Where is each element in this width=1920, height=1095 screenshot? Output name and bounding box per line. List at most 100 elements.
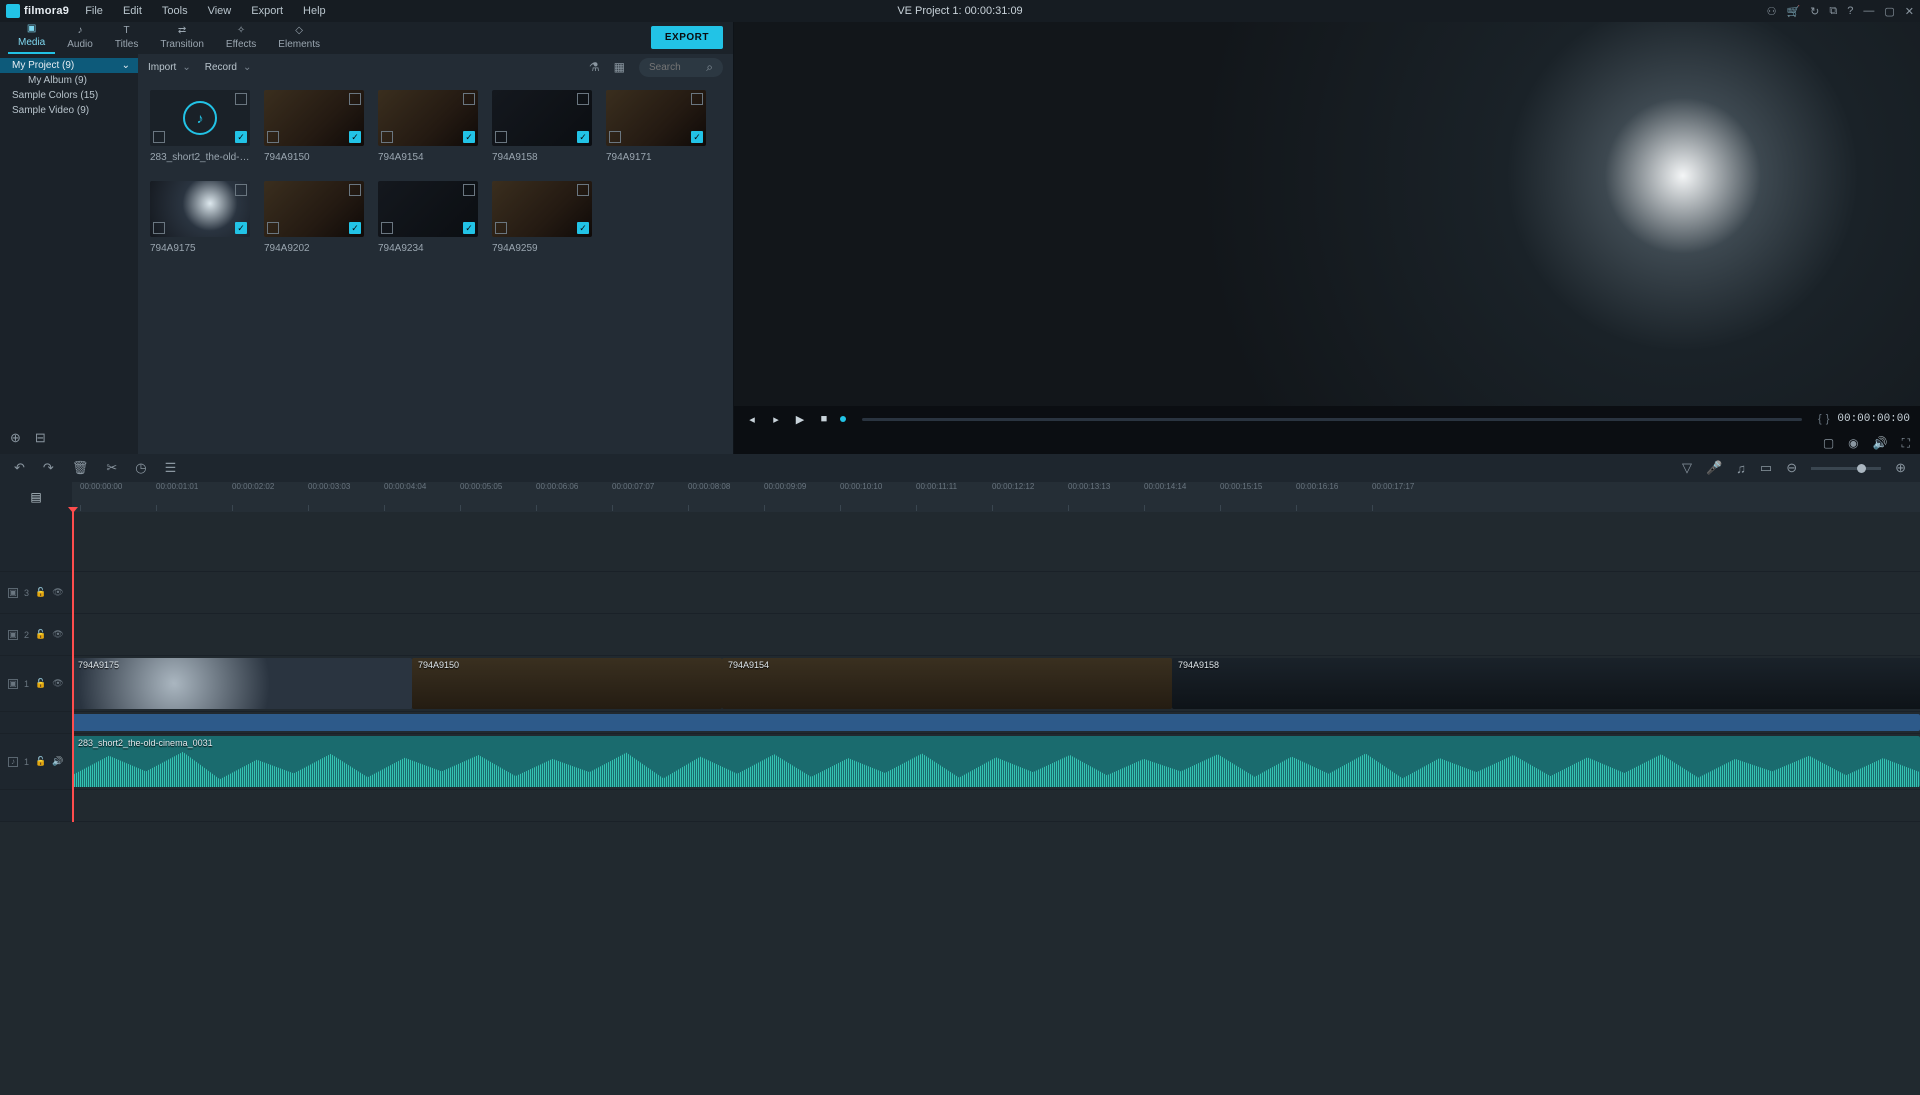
maximize-icon[interactable]: ▢ xyxy=(1884,5,1894,18)
mark-in-icon[interactable]: { xyxy=(1818,413,1822,425)
media-thumb[interactable]: ♪283_short2_the-old-cine... xyxy=(150,90,250,163)
video-clip[interactable]: 794A9158 xyxy=(1172,658,1920,709)
import-dropdown[interactable]: Import xyxy=(148,62,191,73)
play-backward-icon[interactable]: ▸ xyxy=(768,413,784,426)
eye-icon[interactable]: 👁 xyxy=(52,587,63,598)
sidebar-item-sample-colors[interactable]: Sample Colors (15) xyxy=(0,88,138,103)
adjust-icon[interactable]: ☰ xyxy=(165,460,177,476)
minimize-icon[interactable]: — xyxy=(1863,5,1874,17)
new-folder-icon[interactable]: ⊕ xyxy=(10,430,21,446)
zoom-in-icon[interactable]: ⊕ xyxy=(1895,460,1906,476)
undo-icon[interactable]: ↶ xyxy=(14,460,25,476)
share-icon[interactable]: ⧉ xyxy=(1829,5,1837,18)
eye-icon[interactable]: 👁 xyxy=(52,629,63,640)
add-to-timeline-icon[interactable] xyxy=(495,131,507,143)
mixer-icon[interactable]: ♫ xyxy=(1736,461,1746,476)
fullscreen-icon[interactable]: ⛶ xyxy=(1902,436,1910,451)
preview-canvas[interactable] xyxy=(734,22,1920,406)
menu-export[interactable]: Export xyxy=(247,3,287,19)
marker-dot-icon[interactable] xyxy=(840,416,846,422)
snapshot-icon[interactable]: ◉ xyxy=(1848,436,1858,450)
media-thumb[interactable]: 794A9171 xyxy=(606,90,706,163)
media-thumb[interactable]: 794A9175 xyxy=(150,181,250,254)
voiceover-icon[interactable]: 🎤 xyxy=(1706,460,1722,476)
account-icon[interactable]: ⚇ xyxy=(1767,5,1777,18)
lock-icon[interactable]: 🔓 xyxy=(35,678,46,689)
video-clip[interactable]: 794A9175 xyxy=(72,658,412,709)
grid-icon[interactable]: ▦ xyxy=(614,60,625,74)
thumb-image[interactable] xyxy=(606,90,706,146)
record-dropdown[interactable]: Record xyxy=(205,62,252,73)
add-to-timeline-icon[interactable] xyxy=(495,222,507,234)
menu-help[interactable]: Help xyxy=(299,3,330,19)
media-thumb[interactable]: 794A9158 xyxy=(492,90,592,163)
display-icon[interactable]: ▢ xyxy=(1823,436,1834,450)
prev-frame-icon[interactable]: ◂ xyxy=(744,413,760,426)
zoom-out-icon[interactable]: ⊖ xyxy=(1786,460,1797,476)
eye-icon[interactable]: 👁 xyxy=(52,678,63,689)
track-manager-icon[interactable]: ▤ xyxy=(0,482,72,512)
add-to-timeline-icon[interactable] xyxy=(267,131,279,143)
add-to-timeline-icon[interactable] xyxy=(153,222,165,234)
refresh-icon[interactable]: ↻ xyxy=(1810,5,1819,18)
lock-icon[interactable]: 🔓 xyxy=(35,587,46,598)
media-thumb[interactable]: 794A9150 xyxy=(264,90,364,163)
marker-icon[interactable]: ▽ xyxy=(1682,460,1692,476)
add-to-timeline-icon[interactable] xyxy=(381,222,393,234)
mark-out-icon[interactable]: } xyxy=(1826,413,1830,425)
export-button[interactable]: EXPORT xyxy=(651,26,723,49)
redo-icon[interactable]: ↷ xyxy=(43,460,54,476)
volume-icon[interactable]: 🔊 xyxy=(52,756,63,767)
add-to-timeline-icon[interactable] xyxy=(381,131,393,143)
menu-edit[interactable]: Edit xyxy=(119,3,146,19)
speed-icon[interactable]: ◷ xyxy=(135,460,146,476)
video-clip[interactable]: 794A9150 xyxy=(412,658,722,709)
add-to-timeline-icon[interactable] xyxy=(267,222,279,234)
add-to-timeline-icon[interactable] xyxy=(609,131,621,143)
close-icon[interactable]: ✕ xyxy=(1905,5,1914,18)
search-field[interactable]: ⌕ xyxy=(639,58,723,77)
link-clip[interactable] xyxy=(72,714,1920,731)
media-thumb[interactable]: 794A9259 xyxy=(492,181,592,254)
lock-icon[interactable]: 🔓 xyxy=(35,629,46,640)
search-icon[interactable]: ⌕ xyxy=(706,60,713,75)
tab-titles[interactable]: T Titles xyxy=(105,21,149,54)
video-clip[interactable]: 794A9154 xyxy=(722,658,1172,709)
timeline-ruler[interactable]: 00:00:00:0000:00:01:0100:00:02:0200:00:0… xyxy=(72,482,1920,512)
tab-transition[interactable]: ⇄ Transition xyxy=(150,21,214,54)
help-icon[interactable]: ? xyxy=(1847,5,1853,17)
cut-icon[interactable]: ✂ xyxy=(106,460,117,476)
menu-view[interactable]: View xyxy=(204,3,236,19)
thumb-image[interactable] xyxy=(150,181,250,237)
thumb-image[interactable] xyxy=(264,90,364,146)
zoom-slider[interactable] xyxy=(1811,467,1881,470)
delete-folder-icon[interactable]: ⊟ xyxy=(35,430,46,446)
ratio-icon[interactable]: ▭ xyxy=(1760,460,1772,476)
lock-icon[interactable]: 🔓 xyxy=(35,756,46,767)
cart-icon[interactable]: 🛒 xyxy=(1786,5,1800,18)
volume-icon[interactable]: 🔊 xyxy=(1873,436,1888,450)
thumb-image[interactable] xyxy=(378,181,478,237)
play-icon[interactable]: ▶ xyxy=(792,413,808,426)
thumb-image[interactable] xyxy=(264,181,364,237)
sidebar-item-my-album[interactable]: My Album (9) xyxy=(0,73,138,88)
delete-icon[interactable]: 🗑 xyxy=(72,460,89,476)
media-thumb[interactable]: 794A9154 xyxy=(378,90,478,163)
menu-file[interactable]: File xyxy=(81,3,107,19)
sidebar-item-my-project[interactable]: My Project (9) ⌄ xyxy=(0,58,138,73)
search-input[interactable] xyxy=(649,62,702,73)
thumb-image[interactable]: ♪ xyxy=(150,90,250,146)
media-thumb[interactable]: 794A9234 xyxy=(378,181,478,254)
audio-clip[interactable]: 283_short2_the-old-cinema_0031 xyxy=(72,736,1920,787)
thumb-image[interactable] xyxy=(492,181,592,237)
tab-elements[interactable]: ◇ Elements xyxy=(268,21,330,54)
add-to-timeline-icon[interactable] xyxy=(153,131,165,143)
playhead[interactable] xyxy=(72,512,74,822)
menu-tools[interactable]: Tools xyxy=(158,3,192,19)
sidebar-item-sample-video[interactable]: Sample Video (9) xyxy=(0,103,138,118)
tab-effects[interactable]: ✧ Effects xyxy=(216,21,266,54)
stop-icon[interactable]: ■ xyxy=(816,413,832,425)
thumb-image[interactable] xyxy=(378,90,478,146)
preview-scrubber[interactable] xyxy=(862,418,1802,421)
thumb-image[interactable] xyxy=(492,90,592,146)
